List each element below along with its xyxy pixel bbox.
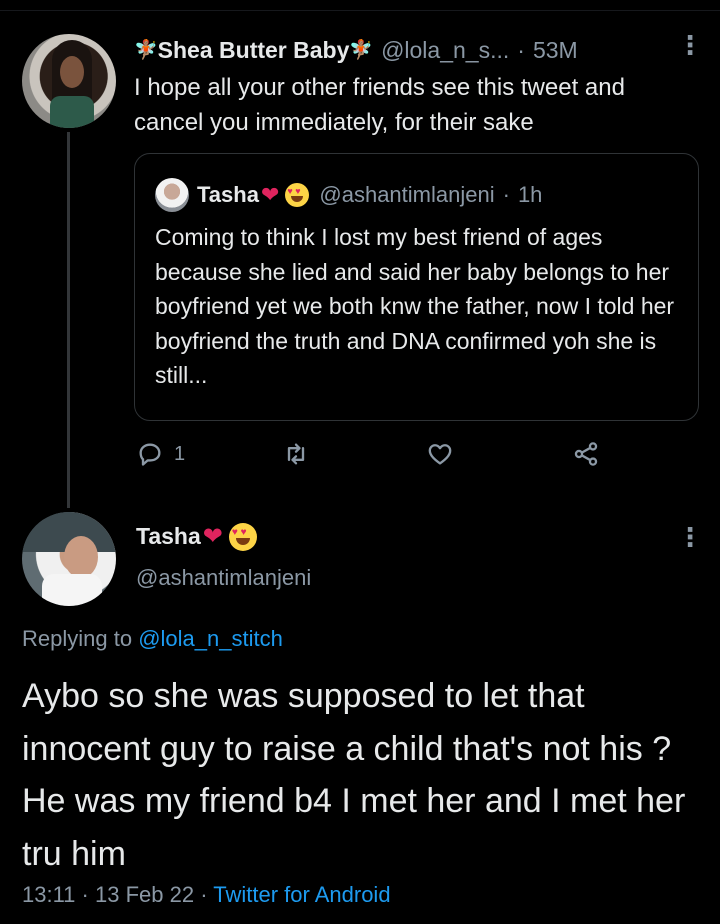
red-heart-icon: ❤ — [202, 523, 223, 550]
quoted-handle: @ashantimlanjeni — [319, 182, 495, 207]
more-options-icon[interactable]: ⋮ — [677, 32, 703, 58]
reply-count: 1 — [174, 442, 186, 465]
quoted-time: 1h — [517, 182, 543, 207]
quoted-display-name: Tasha — [197, 182, 259, 207]
tweet-date[interactable]: 13 Feb 22 — [95, 882, 194, 907]
reply-icon — [139, 443, 161, 466]
tweet-header: 🧚🏽 Shea Butter Baby 🧚🏽 @lola_n_s... · 53… — [134, 34, 578, 66]
share-icon — [574, 442, 598, 466]
thread-line — [67, 132, 70, 508]
fairy-emoji-right: 🧚🏽 — [349, 39, 374, 61]
avatar[interactable] — [22, 34, 116, 128]
display-name[interactable]: Tasha — [136, 523, 201, 550]
quoted-avatar — [155, 178, 189, 212]
reply-button[interactable]: 1 — [136, 440, 185, 468]
retweet-icon — [287, 443, 305, 465]
separator: · — [502, 182, 510, 207]
retweet-button[interactable] — [282, 440, 310, 468]
more-options-icon[interactable]: ⋮ — [677, 524, 703, 550]
avatar[interactable] — [22, 512, 116, 606]
fairy-emoji-left: 🧚🏽 — [134, 39, 158, 61]
user-handle[interactable]: @ashantimlanjeni — [136, 565, 311, 591]
separator: · — [517, 36, 525, 63]
heart-eyes-emoji-icon — [228, 522, 257, 551]
like-button[interactable] — [426, 440, 454, 468]
main-tweet-text: Aybo so she was supposed to let that inn… — [22, 677, 686, 873]
tweet-text: I hope all your other friends see this t… — [134, 74, 625, 136]
red-heart-icon: ❤ — [260, 182, 280, 207]
share-button[interactable] — [572, 440, 600, 468]
separator: · — [200, 882, 208, 907]
action-bar: 1 — [134, 440, 694, 472]
heart-eyes-emoji-icon — [285, 183, 310, 207]
tweet-time[interactable]: 13:11 — [22, 882, 75, 907]
replying-prefix: Replying to — [22, 626, 133, 651]
separator: · — [81, 882, 89, 907]
replying-to-link[interactable]: @lola_n_stitch — [138, 626, 283, 651]
replying-to: Replying to @lola_n_stitch — [22, 626, 283, 652]
tweet-metadata: 13:11 · 13 Feb 22 · Twitter for Android — [22, 882, 391, 908]
quoted-tweet-text: Coming to think I lost my best friend of… — [155, 224, 675, 388]
quoted-tweet-header: Tasha ❤ @ashantimlanjeni · 1h — [155, 178, 542, 212]
like-icon — [428, 444, 452, 465]
source-link[interactable]: Twitter for Android — [213, 882, 390, 907]
display-name[interactable]: Shea Butter Baby — [158, 37, 350, 64]
main-display-name-row: Tasha ❤ — [136, 522, 257, 551]
tweet-time[interactable]: 53M — [533, 37, 578, 64]
quoted-tweet[interactable]: Tasha ❤ @ashantimlanjeni · 1h Coming to … — [134, 153, 699, 421]
user-handle[interactable]: @lola_n_s... — [381, 37, 509, 64]
top-divider — [0, 10, 720, 11]
